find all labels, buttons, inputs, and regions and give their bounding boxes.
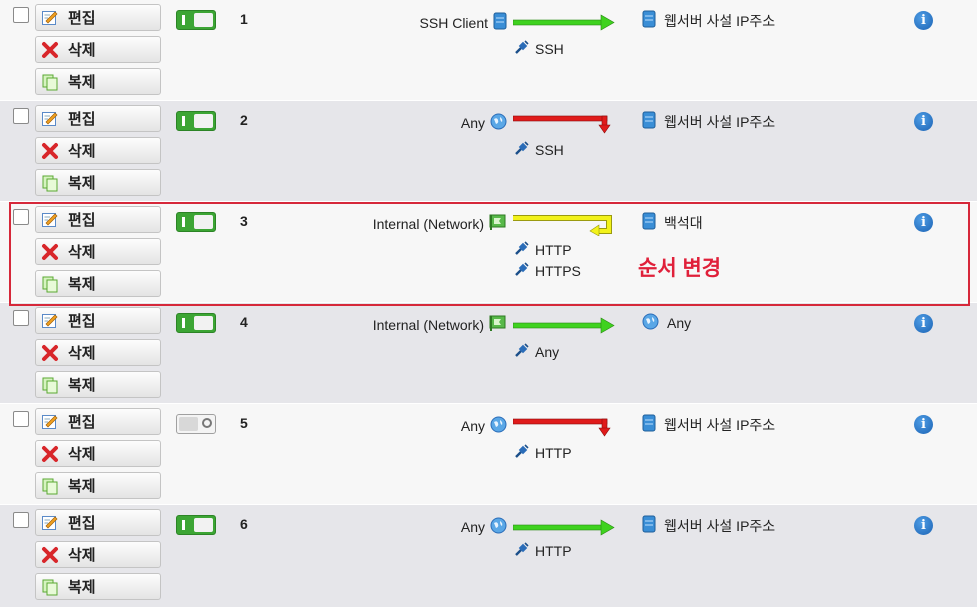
annotation-label: 순서 변경	[638, 257, 722, 280]
copy-icon	[41, 174, 59, 192]
service-item: SSH	[514, 39, 564, 58]
rule-row-5: 편집 삭제 복제 5 Any HTTP 웹서버 사설 IP주소 i	[0, 404, 977, 504]
server-icon	[642, 414, 656, 435]
info-icon[interactable]: i	[914, 11, 933, 30]
rule-number: 4	[240, 314, 248, 330]
globe-icon	[490, 517, 507, 537]
server-icon	[642, 111, 656, 132]
info-icon[interactable]: i	[914, 112, 933, 131]
destination: 웹서버 사설 IP주소	[642, 515, 775, 536]
edit-button[interactable]: 편집	[35, 307, 161, 334]
allow-arrow-icon	[513, 317, 615, 334]
copy-button[interactable]: 복제	[35, 573, 161, 600]
service-item: Any	[514, 342, 559, 361]
service-item: HTTP	[514, 443, 572, 462]
edit-icon	[41, 110, 59, 128]
rule-number: 6	[240, 516, 248, 532]
service-item: SSH	[514, 140, 564, 159]
delete-x-icon	[41, 142, 59, 160]
rule-row-1: 편집 삭제 복제 1 SSH Client SSH 웹서버 사설 IP주소 i	[0, 0, 977, 100]
plug-icon	[514, 541, 530, 560]
delete-button[interactable]: 삭제	[35, 339, 161, 366]
copy-button[interactable]: 복제	[35, 169, 161, 196]
rule-number: 2	[240, 112, 248, 128]
enable-toggle[interactable]	[176, 111, 216, 131]
copy-button[interactable]: 복제	[35, 371, 161, 398]
service-item: HTTP	[514, 541, 572, 560]
server-icon	[642, 515, 656, 536]
delete-x-icon	[41, 546, 59, 564]
edit-icon	[41, 312, 59, 330]
copy-icon	[41, 578, 59, 596]
allow-arrow-icon	[513, 519, 615, 536]
globe-icon	[642, 313, 659, 333]
delete-x-icon	[41, 445, 59, 463]
plug-icon	[514, 342, 530, 361]
highlight-box	[9, 202, 970, 306]
delete-button[interactable]: 삭제	[35, 36, 161, 63]
globe-icon	[490, 416, 507, 436]
edit-button[interactable]: 편집	[35, 408, 161, 435]
server-icon	[493, 12, 507, 33]
source: Any	[461, 113, 507, 133]
copy-button[interactable]: 복제	[35, 472, 161, 499]
destination: 웹서버 사설 IP주소	[642, 414, 775, 435]
server-icon	[642, 10, 656, 31]
source: Internal (Network)	[373, 315, 507, 335]
edit-button[interactable]: 편집	[35, 509, 161, 536]
plug-icon	[514, 39, 530, 58]
edit-button[interactable]: 편집	[35, 4, 161, 31]
enable-toggle[interactable]	[176, 10, 216, 30]
enable-toggle[interactable]	[176, 515, 216, 535]
info-icon[interactable]: i	[914, 314, 933, 333]
row-checkbox[interactable]	[13, 512, 29, 528]
row-checkbox[interactable]	[13, 7, 29, 23]
rule-number: 5	[240, 415, 248, 431]
source: SSH Client	[420, 12, 507, 33]
delete-button[interactable]: 삭제	[35, 440, 161, 467]
destination: 웹서버 사설 IP주소	[642, 10, 775, 31]
drop-arrow-icon	[513, 418, 611, 437]
delete-button[interactable]: 삭제	[35, 541, 161, 568]
copy-icon	[41, 477, 59, 495]
destination: Any	[642, 313, 691, 333]
edit-button[interactable]: 편집	[35, 105, 161, 132]
plug-icon	[514, 140, 530, 159]
delete-x-icon	[41, 41, 59, 59]
info-icon[interactable]: i	[914, 415, 933, 434]
drop-arrow-icon	[513, 115, 611, 134]
row-checkbox[interactable]	[13, 108, 29, 124]
copy-icon	[41, 73, 59, 91]
rule-row-2: 편집 삭제 복제 2 Any SSH 웹서버 사설 IP주소 i	[0, 101, 977, 201]
row-checkbox[interactable]	[13, 411, 29, 427]
delete-button[interactable]: 삭제	[35, 137, 161, 164]
enable-toggle[interactable]	[176, 313, 216, 333]
info-icon[interactable]: i	[914, 516, 933, 535]
source: Any	[461, 416, 507, 436]
rule-row-4: 편집 삭제 복제 4 Internal (Network) Any Any i	[0, 303, 977, 403]
globe-icon	[490, 113, 507, 133]
allow-arrow-icon	[513, 14, 615, 31]
copy-icon	[41, 376, 59, 394]
delete-x-icon	[41, 344, 59, 362]
row-checkbox[interactable]	[13, 310, 29, 326]
edit-icon	[41, 413, 59, 431]
plug-icon	[514, 443, 530, 462]
source: Any	[461, 517, 507, 537]
rule-number: 1	[240, 11, 248, 27]
network-flag-icon	[489, 315, 507, 335]
enable-toggle[interactable]	[176, 414, 216, 434]
rule-row-6: 편집 삭제 복제 6 Any HTTP 웹서버 사설 IP주소 i	[0, 505, 977, 607]
edit-icon	[41, 9, 59, 27]
copy-button[interactable]: 복제	[35, 68, 161, 95]
edit-icon	[41, 514, 59, 532]
destination: 웹서버 사설 IP주소	[642, 111, 775, 132]
